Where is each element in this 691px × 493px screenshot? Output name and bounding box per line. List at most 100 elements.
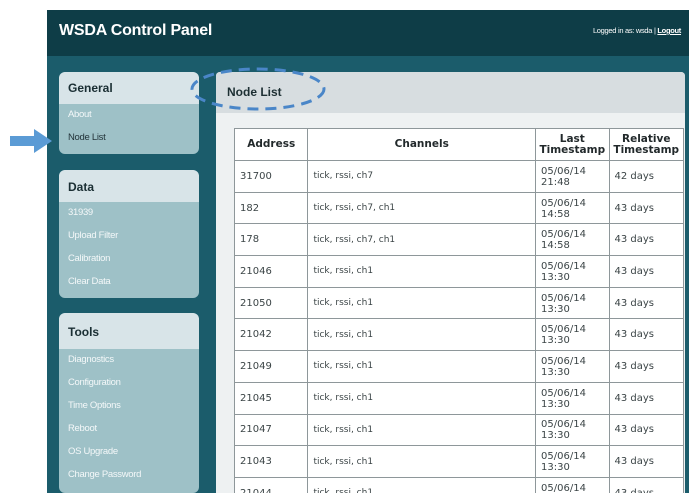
address-cell: 31700 xyxy=(233,160,309,193)
relative-timestamp-cell: 42 days xyxy=(608,160,684,193)
sidebar-item-change-password[interactable]: Change Password xyxy=(59,464,199,487)
last-timestamp-cell: 05/06/1413:30 xyxy=(535,318,610,352)
timestamp-part: 13:30 xyxy=(541,398,570,410)
relative-timestamp-cell: 43 days xyxy=(608,286,684,320)
address-cell: 21045 xyxy=(233,381,309,415)
node-list-table: Address Channels Last Timestamp Relative T… xyxy=(233,128,684,493)
table-row: 21043 tick, rssi, ch1 05/06/14 13:30 43 days xyxy=(233,445,684,478)
sidebar-item-diagnostics[interactable]: Diagnostics xyxy=(59,349,199,372)
channels-cell: tick, rssi, ch1 xyxy=(307,318,537,352)
last-timestamp-cell: 05/06/1413:30 xyxy=(535,381,610,415)
column-header-address: Address xyxy=(233,128,309,161)
timestamp-part: 05/06/14 xyxy=(541,229,586,241)
address-cell: 21042 xyxy=(233,318,309,352)
panel-heading-data: Data xyxy=(59,170,199,202)
sidebar-item-os-upgrade[interactable]: OS Upgrade xyxy=(59,441,199,464)
timestamp-part: 05/06/14 xyxy=(541,197,586,209)
timestamp-part: 05/06/14 xyxy=(541,292,586,304)
sidebar-item-31939[interactable]: 31939 xyxy=(59,202,199,225)
sidebar-item-reboot[interactable]: Reboot xyxy=(59,418,199,441)
address-cell: 21047 xyxy=(233,413,309,447)
table-row: 178 tick, rssi, ch7, ch1 05/06/14 14:58 43 d… xyxy=(233,223,684,257)
timestamp-part: 05/06/14 xyxy=(541,482,586,493)
table-row: 21044tick, rssi, ch105/06/1413:3043 days xyxy=(233,476,684,493)
last-timestamp-cell: 05/06/1413:30 xyxy=(535,476,610,493)
highlight-oval xyxy=(190,67,326,111)
column-header-relative-timestamp: Relative Timestamp xyxy=(608,128,684,161)
column-header-channels: Channels xyxy=(307,128,537,161)
table-body: 31700 tick, rssi, ch7 05/06/14 21:48 42 days… xyxy=(233,160,684,493)
channels-cell: tick, rssi, ch1 xyxy=(307,286,537,320)
table-row: 21042 tick, rssi, ch1 05/06/14 13:30 43 days xyxy=(233,318,684,352)
relative-timestamp-cell: 43 days xyxy=(608,223,684,257)
sidebar-item-node-list[interactable]: Node List xyxy=(59,127,199,150)
channels-cell: tick, rssi, ch1 xyxy=(307,476,537,493)
address-cell: 21050 xyxy=(233,286,309,320)
table-row: 182 tick, rssi, ch7, ch1 05/06/14 14:58 43 d… xyxy=(233,191,684,225)
panel-heading-tools: Tools xyxy=(59,313,199,349)
app-header: WSDA Control Panel Logged in as: wsda | … xyxy=(47,10,689,56)
table-row: 21046 tick, rssi, ch1 05/06/14 13:30 43 days xyxy=(233,255,684,288)
relative-timestamp-cell: 43 days xyxy=(608,255,684,288)
timestamp-part: 05/06/14 xyxy=(541,419,586,431)
sidebar-item-configuration[interactable]: Configuration xyxy=(59,372,199,395)
last-timestamp-cell: 05/06/14 14:58 xyxy=(535,191,610,225)
main-content: Node List Address Channels Last Timestamp… xyxy=(216,72,685,493)
channels-cell: tick, rssi, ch1 xyxy=(307,445,537,478)
last-timestamp-cell: 05/06/14 14:58 xyxy=(535,223,610,257)
header-line: Timestamp xyxy=(613,143,680,156)
channels-cell: tick, rssi, ch1 xyxy=(307,413,537,447)
table-row: 21049 tick, rssi, ch1 05/06/14 13:30 43 days xyxy=(233,350,684,383)
sidebar-item-upload-filter[interactable]: Upload Filter xyxy=(59,225,199,248)
address-cell: 21049 xyxy=(233,350,309,383)
last-timestamp-cell: 05/06/1413:30 xyxy=(535,445,610,478)
table-row: 21047 tick, rssi, ch1 05/06/14 13:30 43 days xyxy=(233,413,684,447)
table-row: 21045 tick, rssi, ch1 05/06/14 13:30 43 days xyxy=(233,381,684,415)
timestamp-part: 14:58 xyxy=(541,240,570,252)
address-cell: 21043 xyxy=(233,445,309,478)
channels-cell: tick, rssi, ch1 xyxy=(307,255,537,288)
timestamp-part: 05/06/14 xyxy=(541,355,586,367)
panel-heading-general: General xyxy=(59,72,199,104)
channels-cell: tick, rssi, ch1 xyxy=(307,381,537,415)
relative-timestamp-cell: 43 days xyxy=(608,476,684,493)
timestamp-part: 05/06/14 xyxy=(541,451,586,463)
last-timestamp-cell: 05/06/1413:30 xyxy=(535,255,610,288)
timestamp-part: 05/06/14 xyxy=(541,324,586,336)
app-frame: WSDA Control Panel Logged in as: wsda | … xyxy=(47,10,689,493)
header-line: Timestamp xyxy=(539,143,606,156)
table-row: 31700 tick, rssi, ch7 05/06/14 21:48 42 days xyxy=(233,160,684,193)
timestamp-part: 13:30 xyxy=(541,335,570,347)
channels-cell: tick, rssi, ch7 xyxy=(307,160,537,193)
timestamp-part: 13:30 xyxy=(541,430,570,442)
sidebar-item-time-options[interactable]: Time Options xyxy=(59,395,199,418)
relative-timestamp-cell: 43 days xyxy=(608,413,684,447)
login-info: Logged in as: wsda | Logout xyxy=(593,26,681,35)
app-title: WSDA Control Panel xyxy=(59,22,213,39)
table-row: 21050 tick, rssi, ch1 05/06/14 13:30 43 days xyxy=(233,286,684,320)
address-cell: 182 xyxy=(233,191,309,225)
sidebar-item-calibration[interactable]: Calibration xyxy=(59,248,199,271)
login-text: Logged in as: wsda | xyxy=(592,26,658,35)
sidebar-item-clear-data[interactable]: Clear Data xyxy=(59,271,199,294)
address-cell: 21044 xyxy=(233,476,309,493)
timestamp-part: 05/06/14 xyxy=(541,387,586,399)
timestamp-part: 13:30 xyxy=(541,303,570,315)
last-timestamp-cell: 05/06/1413:30 xyxy=(535,350,610,383)
address-cell: 21046 xyxy=(233,255,309,288)
channels-cell: tick, rssi, ch7, ch1 xyxy=(307,191,537,225)
logout-link[interactable]: Logout xyxy=(657,26,681,35)
relative-timestamp-cell: 43 days xyxy=(608,381,684,415)
sidebar-panel-general: General About Node List xyxy=(59,72,199,154)
timestamp-part: 13:30 xyxy=(541,462,570,474)
relative-timestamp-cell: 43 days xyxy=(608,445,684,478)
right-arrow-icon xyxy=(10,129,52,153)
timestamp-part: 05/06/14 xyxy=(541,260,586,272)
column-header-last-timestamp: Last Timestamp xyxy=(535,128,610,161)
relative-timestamp-cell: 43 days xyxy=(608,318,684,352)
timestamp-part: 21:48 xyxy=(541,176,570,188)
timestamp-part: 14:58 xyxy=(541,208,570,220)
timestamp-part: 05/06/14 xyxy=(541,165,586,177)
sidebar-item-about[interactable]: About xyxy=(59,104,199,127)
relative-timestamp-cell: 43 days xyxy=(608,191,684,225)
